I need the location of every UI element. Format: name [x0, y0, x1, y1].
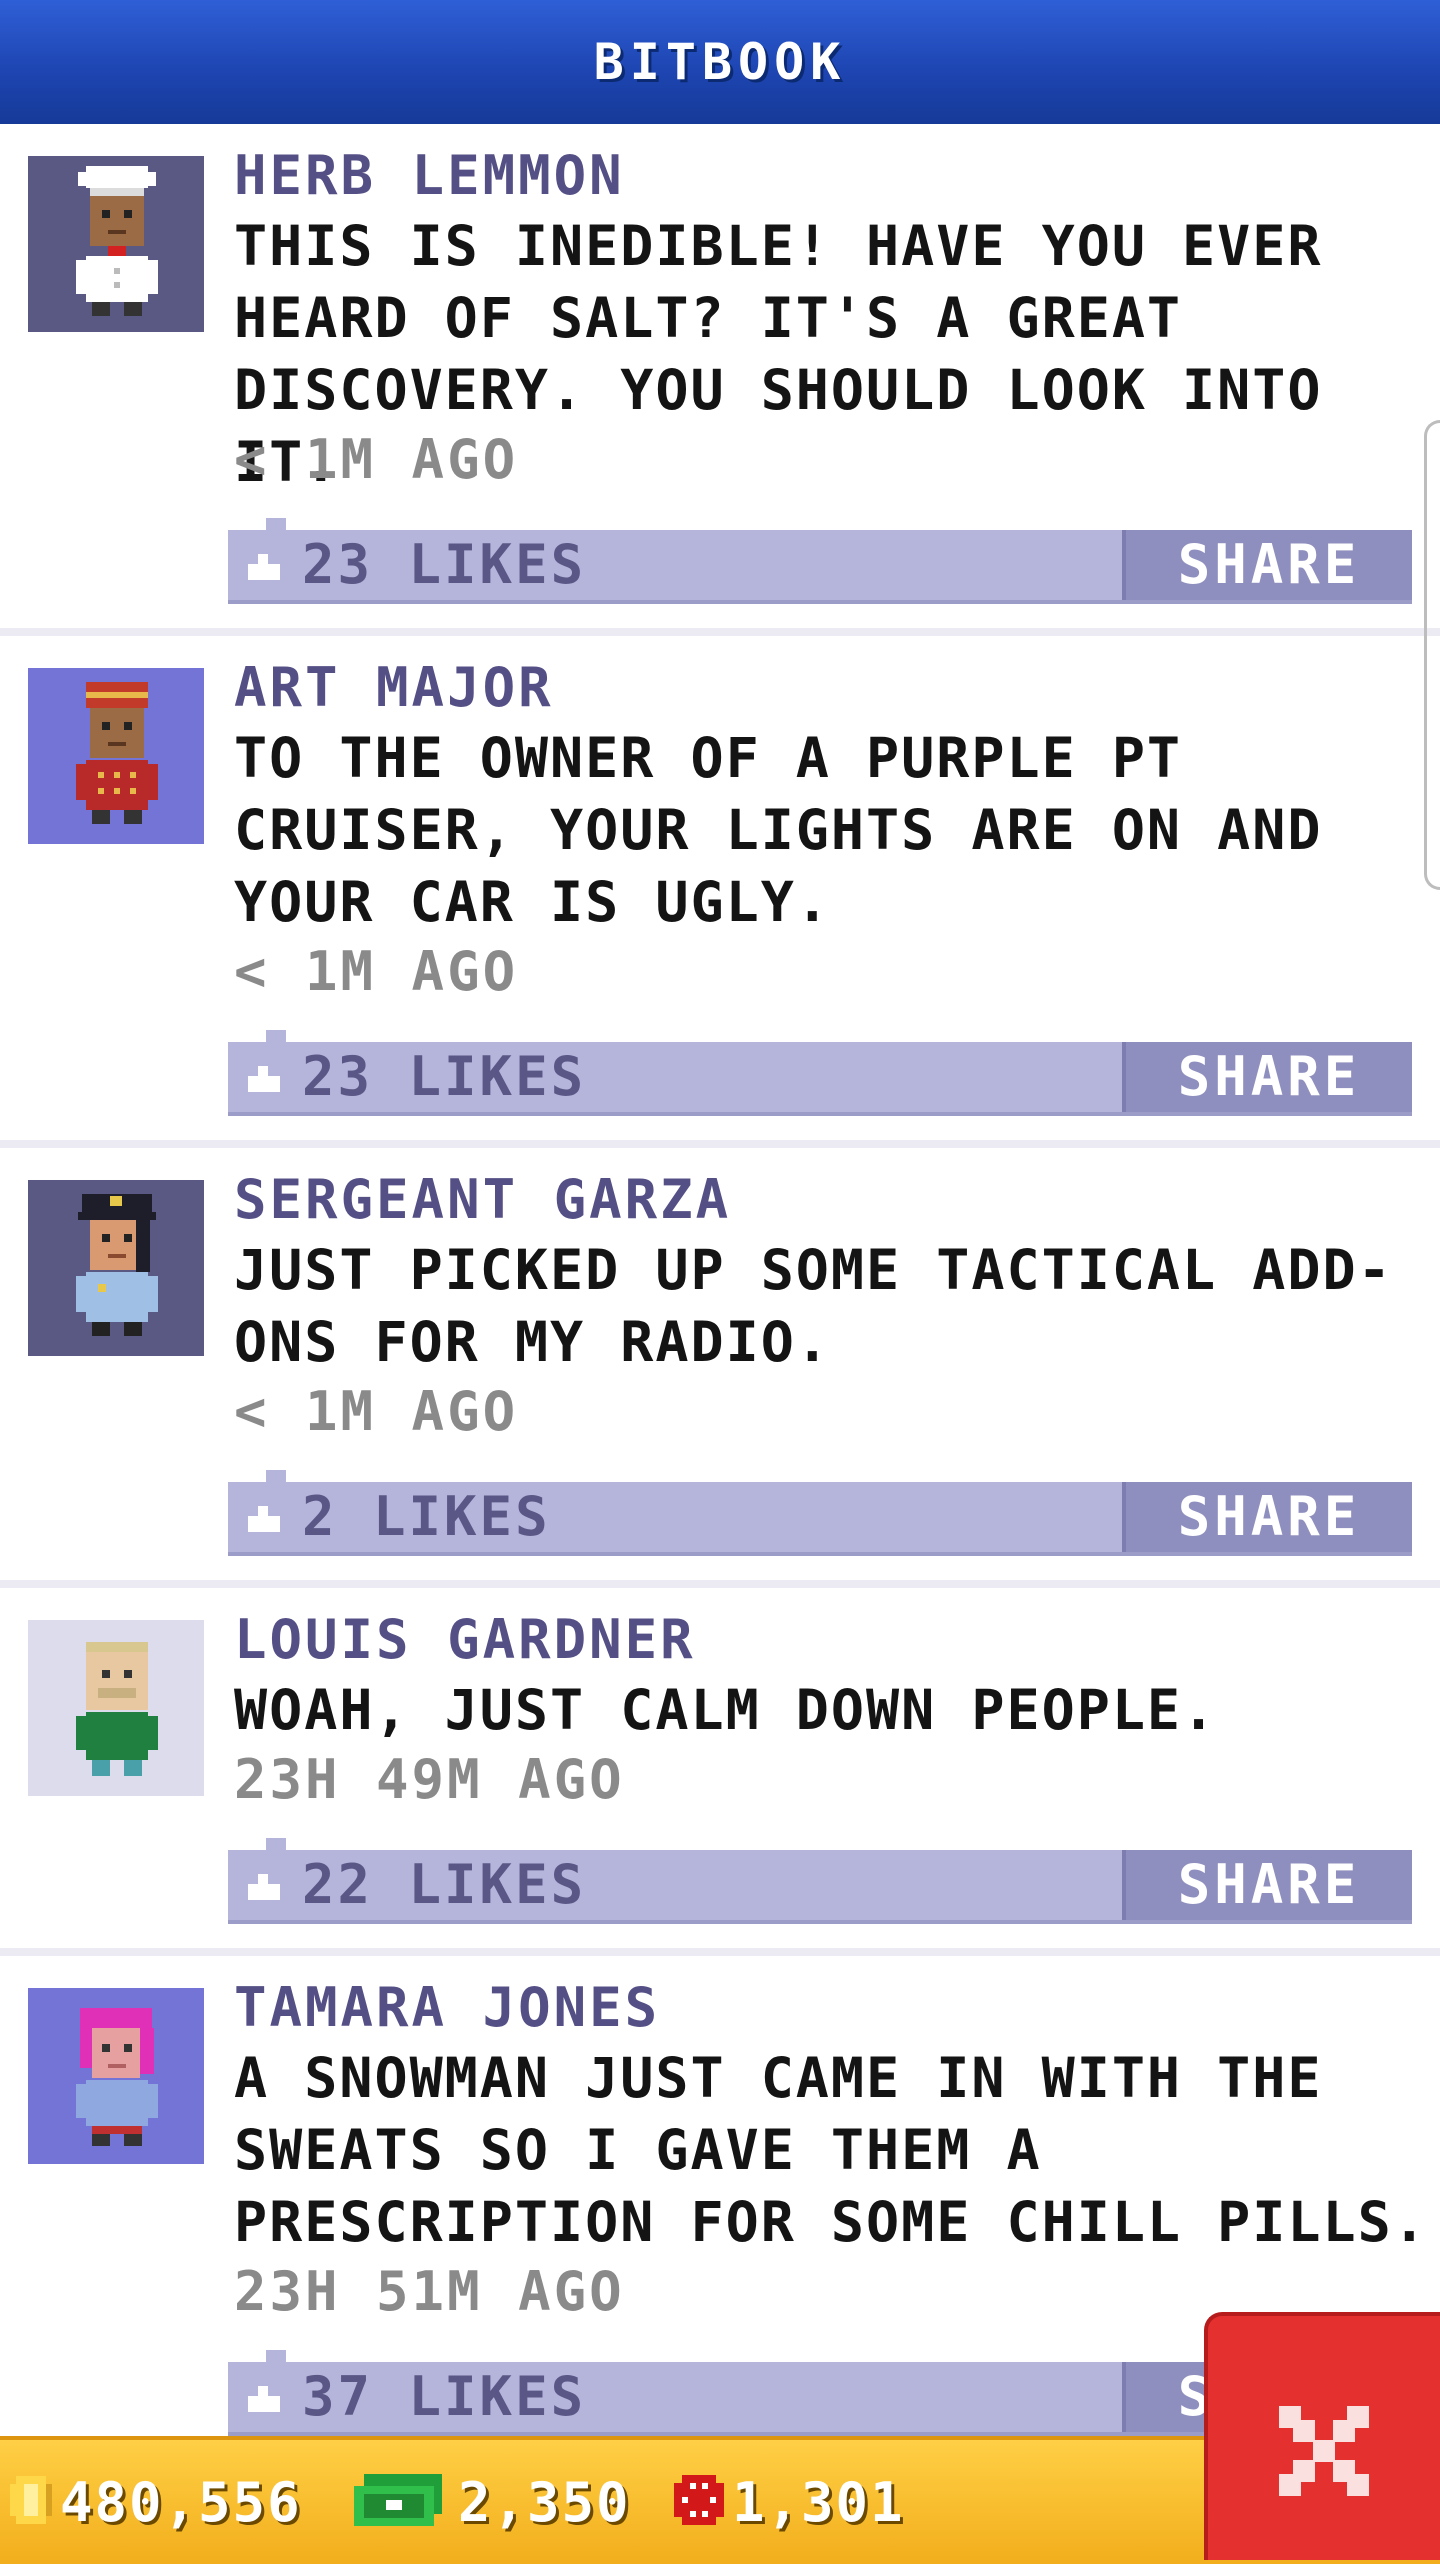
thumbs-up-icon — [244, 1868, 284, 1904]
feed-post: ART MAJOR TO THE OWNER OF A PURPLE PT CR… — [0, 636, 1440, 1148]
poster-name: HERB LEMMON — [234, 144, 625, 207]
post-text: WOAH, JUST CALM DOWN PEOPLE. — [234, 1678, 1218, 1742]
post-divider — [0, 628, 1440, 636]
coins-display: 480,556 — [6, 2440, 302, 2564]
post-text: JUST PICKED UP SOME TACTICAL ADD-ONS FOR… — [234, 1238, 1393, 1374]
like-button[interactable]: 23 LIKES SHARE — [228, 1030, 1412, 1116]
app-header: BITBOOK — [0, 0, 1440, 124]
tickets-display: 1,301 — [670, 2440, 905, 2564]
bald-man-avatar-icon[interactable] — [28, 1620, 204, 1796]
app-title: BITBOOK — [593, 33, 847, 91]
like-button[interactable]: 23 LIKES SHARE — [228, 518, 1412, 604]
poster-name: LOUIS GARDNER — [234, 1608, 696, 1671]
tickets-value: 1,301 — [732, 2470, 905, 2534]
coins-value: 480,556 — [60, 2470, 302, 2534]
coin-icon — [6, 2472, 56, 2532]
thumbs-up-icon — [244, 548, 284, 584]
thumbs-up-icon — [244, 2380, 284, 2416]
pink-hair-woman-avatar-icon[interactable] — [28, 1988, 204, 2164]
poster-name: SERGEANT GARZA — [234, 1168, 732, 1231]
bux-display: 2,350 — [350, 2440, 631, 2564]
post-text: A SNOWMAN JUST CAME IN WITH THE SWEATS S… — [234, 2046, 1428, 2254]
thumbs-up-icon — [244, 1500, 284, 1536]
bux-icon — [350, 2470, 446, 2534]
like-count: 37 LIKES — [302, 2365, 587, 2428]
feed-post: LOUIS GARDNER WOAH, JUST CALM DOWN PEOPL… — [0, 1588, 1440, 1956]
poster-name: ART MAJOR — [234, 656, 554, 719]
like-count: 23 LIKES — [302, 533, 587, 596]
feed-post: SERGEANT GARZA JUST PICKED UP SOME TACTI… — [0, 1148, 1440, 1588]
post-feed[interactable]: HERB LEMMON THIS IS INEDIBLE! HAVE YOU E… — [0, 124, 1440, 2436]
bux-value: 2,350 — [458, 2470, 631, 2534]
post-time: < 1M AGO — [234, 428, 519, 491]
post-divider — [0, 1140, 1440, 1148]
share-button[interactable]: SHARE — [1122, 1850, 1412, 1920]
bellhop-avatar-icon[interactable] — [28, 668, 204, 844]
like-button[interactable]: 2 LIKES SHARE — [228, 1470, 1412, 1556]
police-avatar-icon[interactable] — [28, 1180, 204, 1356]
post-time: 23H 49M AGO — [234, 1748, 625, 1811]
like-button[interactable]: 22 LIKES SHARE — [228, 1838, 1412, 1924]
like-count: 2 LIKES — [302, 1485, 551, 1548]
post-time: 23H 51M AGO — [234, 2260, 625, 2323]
share-button[interactable]: SHARE — [1122, 1482, 1412, 1552]
share-button[interactable]: SHARE — [1122, 1042, 1412, 1112]
post-divider — [0, 1580, 1440, 1588]
post-time: < 1M AGO — [234, 940, 519, 1003]
close-button[interactable] — [1204, 2312, 1440, 2560]
feed-post: HERB LEMMON THIS IS INEDIBLE! HAVE YOU E… — [0, 124, 1440, 636]
post-text: TO THE OWNER OF A PURPLE PT CRUISER, YOU… — [234, 726, 1323, 934]
chef-avatar-icon[interactable] — [28, 156, 204, 332]
post-divider — [0, 1948, 1440, 1956]
share-button[interactable]: SHARE — [1122, 530, 1412, 600]
post-time: < 1M AGO — [234, 1380, 519, 1443]
close-icon — [1269, 2396, 1379, 2510]
like-count: 23 LIKES — [302, 1045, 587, 1108]
thumbs-up-icon — [244, 1060, 284, 1096]
scrollbar[interactable] — [1424, 420, 1440, 890]
like-count: 22 LIKES — [302, 1853, 587, 1916]
ticket-icon — [670, 2471, 728, 2533]
poster-name: TAMARA JONES — [234, 1976, 661, 2039]
